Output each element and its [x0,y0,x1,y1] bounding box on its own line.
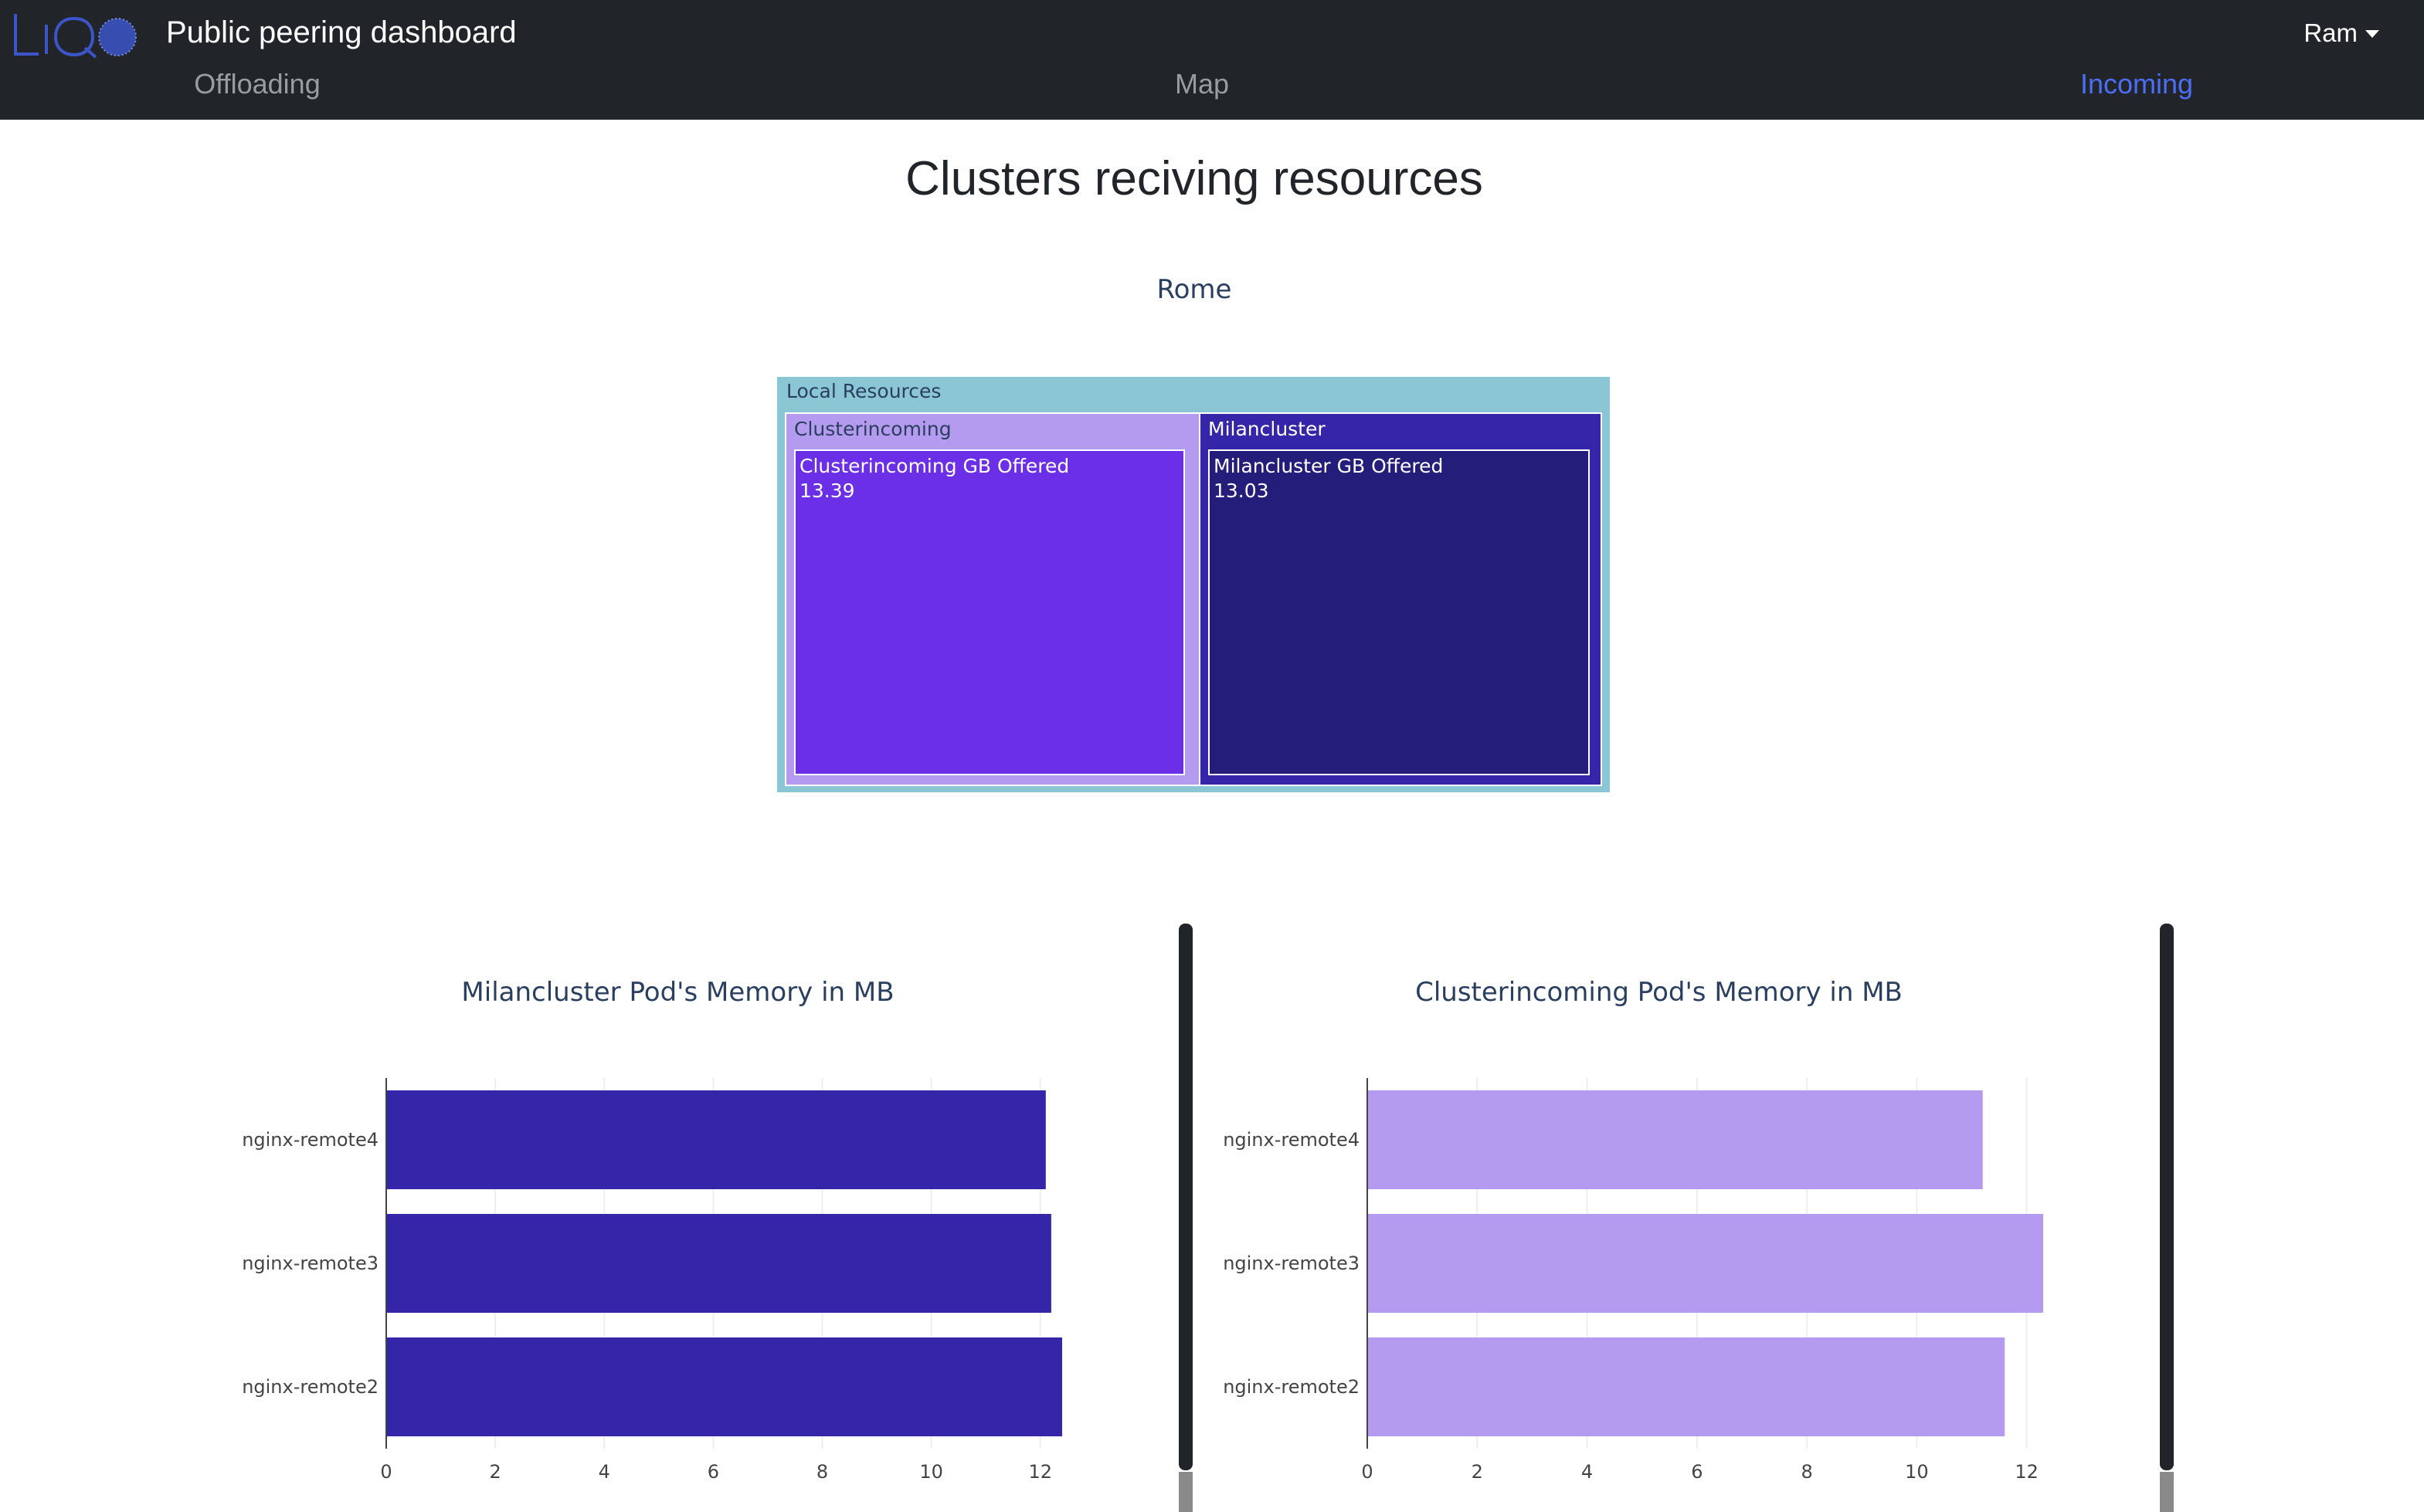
user-name: Ram [2303,19,2358,47]
chart-title: Milancluster Pod's Memory in MB [461,977,894,1008]
x-tick-label: 4 [1581,1461,1593,1483]
x-tick-label: 4 [599,1461,610,1483]
bar-nginx-remote4[interactable] [1367,1090,1983,1189]
treemap-node-clusterincoming[interactable]: Clusterincoming Clusterincoming GB Offer… [785,412,1200,786]
treemap-leaf-label: Milancluster GB Offered [1214,455,1444,477]
y-tick-label: nginx-remote4 [1223,1129,1360,1151]
scrollbar-thumb[interactable] [1179,924,1193,1470]
bar-nginx-remote4[interactable] [386,1090,1046,1189]
x-tick-label: 10 [919,1461,943,1483]
bar-nginx-remote2[interactable] [1367,1337,2005,1436]
user-menu-dropdown[interactable]: Ram [2303,19,2379,48]
treemap-leaf-milancluster-gb-offered[interactable]: Milancluster GB Offered 13.03 [1208,449,1590,775]
clusterincoming-memory-chart[interactable]: Clusterincoming Pod's Memory in MB 0 2 4 6 8 1… [1182,924,2155,1512]
x-tick-label: 8 [1801,1461,1812,1483]
liqo-logo-icon[interactable] [11,11,139,59]
treemap-leaf-clusterincoming-gb-offered[interactable]: Clusterincoming GB Offered 13.39 [794,449,1185,775]
y-tick-label: nginx-remote4 [242,1129,379,1151]
x-tick-label: 0 [380,1461,392,1483]
chart-scrollbar-right[interactable] [2160,924,2174,1512]
tab-incoming[interactable]: Incoming [2080,68,2193,100]
y-tick-label: nginx-remote3 [1223,1253,1360,1274]
x-tick-label: 6 [708,1461,719,1483]
bar-nginx-remote3[interactable] [386,1214,1051,1313]
x-tick-label: 6 [1691,1461,1703,1483]
bar-nginx-remote3[interactable] [1367,1214,2043,1313]
x-tick-label: 12 [2015,1461,2039,1483]
x-tick-label: 8 [816,1461,828,1483]
treemap-root-local-resources[interactable]: Local Resources Clusterincoming Clusteri… [777,377,1610,792]
chart-title: Clusterincoming Pod's Memory in MB [1415,977,1903,1008]
milancluster-memory-chart[interactable]: Milancluster Pod's Memory in MB 0 2 4 6 8 10 12… [201,924,1174,1512]
x-tick-label: 10 [1905,1461,1929,1483]
treemap-node-label: Milancluster [1208,418,1326,440]
y-tick-label: nginx-remote3 [242,1253,379,1274]
caret-down-icon [2365,30,2379,38]
tab-map[interactable]: Map [1175,68,1229,100]
scrollbar-track [2160,1472,2174,1512]
treemap-node-milancluster[interactable]: Milancluster Milancluster GB Offered 13.… [1199,412,1602,786]
page-title: Clusters reciving resources [905,152,1483,205]
app-title: Public peering dashboard [166,15,517,49]
y-tick-label: nginx-remote2 [1223,1376,1360,1398]
scrollbar-thumb[interactable] [2160,924,2174,1470]
scrollbar-track [1179,1472,1193,1512]
treemap-node-label: Clusterincoming [794,418,952,440]
treemap-root-label: Local Resources [786,380,942,402]
treemap-leaf-value: 13.03 [1214,480,1269,502]
y-tick-label: nginx-remote2 [242,1376,379,1398]
treemap-title: Rome [1156,274,1232,305]
treemap-leaf-label: Clusterincoming GB Offered [800,455,1070,477]
top-navbar: Public peering dashboard Ram Offloading … [0,0,2424,120]
bar-nginx-remote2[interactable] [386,1337,1062,1436]
x-tick-label: 2 [1472,1461,1483,1483]
x-tick-label: 0 [1361,1461,1373,1483]
tab-offloading[interactable]: Offloading [194,68,320,100]
x-tick-label: 2 [489,1461,501,1483]
treemap-leaf-value: 13.39 [800,480,855,502]
x-tick-label: 12 [1029,1461,1053,1483]
chart-scrollbar-left[interactable] [1179,924,1193,1512]
